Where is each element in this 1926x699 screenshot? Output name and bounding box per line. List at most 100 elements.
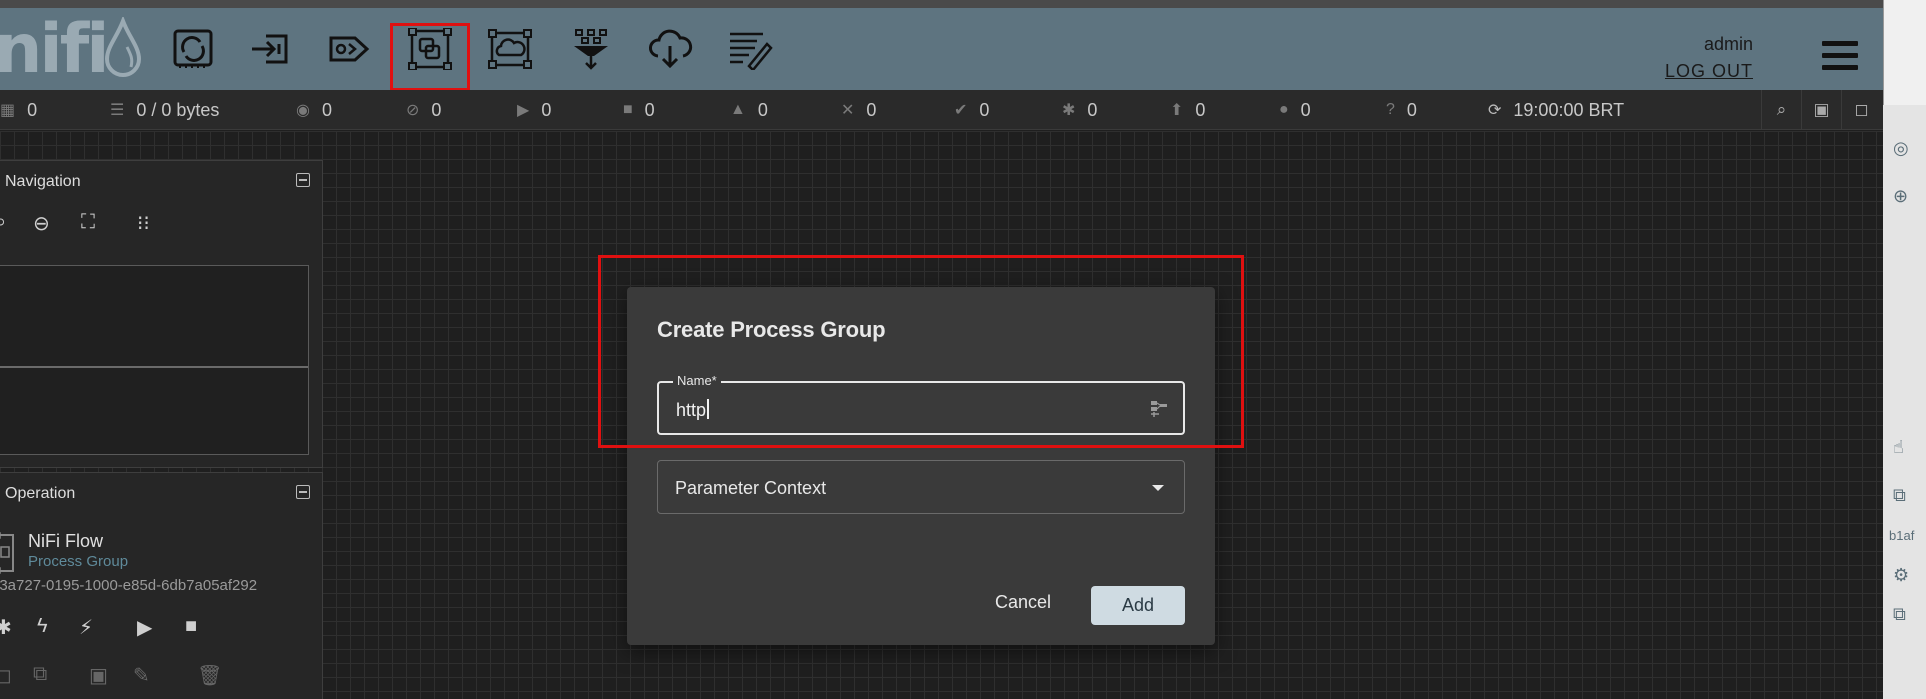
remote-process-group-button[interactable] [480,24,540,74]
copy-small-icon: ⧉ [1893,604,1906,624]
up-to-date-status: ✔ 0 [954,99,990,120]
component-type: Process Group [28,553,129,570]
convert-to-parameter-icon[interactable] [1149,399,1169,419]
input-port-icon [252,34,288,64]
operation-actions-row: ✱ ϟ ⚡ ▶ ■ [0,615,322,643]
create-process-group-dialog: Create Process Group Name* http Paramete… [627,287,1215,645]
play-icon: ▶ [517,102,530,119]
bulletin-button[interactable]: ▣ [1801,90,1841,130]
notes-button[interactable]: ◻ [1841,90,1881,130]
flow-status-bar: ▦ 0 ☰ 0 / 0 bytes ◉ 0 ⊘ 0 ▶ 0 ■ 0 ▲ 0 ✕ 0 ✔ 0 ✱ 0 … [0,90,1883,130]
dropdown-arrow-icon [1152,485,1164,491]
birdseye-view[interactable] [0,265,309,455]
unknown-status: ? 0 [1386,99,1417,120]
stop-icon: ■ [623,101,633,118]
processor-icon [173,29,213,68]
bulletin-icon: ▣ [1813,100,1830,119]
right-panel-top [1883,0,1926,105]
question-icon: ? [1386,101,1395,118]
check-icon: ✔ [954,102,968,119]
errors-status: ● 0 [1279,99,1311,120]
invalid-status: ▲ 0 [730,99,768,120]
search-button[interactable]: ⌕ [1761,90,1801,130]
operation-panel: Operation NiFi Flow Process Group 03a727… [0,472,323,699]
asterisk-icon: ✱ [1062,102,1076,119]
processor-button[interactable] [163,24,223,74]
water-drop-icon [104,17,141,77]
stopped-status: ■ 0 [623,99,655,120]
disable-icon[interactable]: ⚡ [79,615,93,640]
global-menu-icon[interactable] [1822,41,1858,73]
cluster-nodes-status: ▦ 0 [0,99,38,120]
component-name: NiFi Flow [28,531,103,551]
collapse-navigation-icon[interactable] [296,173,310,187]
navigation-tools: ⌕ ⊖ ⛶ ⁝⁝ [0,211,322,245]
not-transmitting-status: ⊘ 0 [406,99,442,120]
actual-size-icon[interactable]: ⁝⁝ [137,211,150,236]
name-input[interactable]: http [676,399,709,421]
operation-title: Operation [5,485,76,502]
copy-icon[interactable]: ◻ [0,663,12,688]
not-transmitting-icon: ⊘ [406,102,420,119]
logout-link[interactable]: LOG OUT [1665,61,1753,82]
configure-icon[interactable]: ✱ [0,615,12,640]
funnel-button[interactable] [561,24,621,74]
name-field[interactable]: Name* http [657,373,1185,435]
notes-icon: ◻ [1854,100,1869,119]
refresh-icon: ⟳ [1488,102,1502,119]
warning-icon: ▲ [730,101,746,118]
color-icon[interactable]: ✎ [133,663,150,688]
add-button[interactable]: Add [1091,586,1185,625]
label-button[interactable] [720,24,780,74]
dialog-title: Create Process Group [657,317,886,342]
enable-icon[interactable]: ϟ [37,615,48,638]
cancel-button[interactable]: Cancel [995,592,1051,613]
compass-icon: ◎ [1893,138,1909,158]
collapse-operation-icon[interactable] [296,485,310,499]
gear-icon: ⚙ [1893,565,1910,585]
delete-icon[interactable]: 🗑 [197,663,222,688]
logo-text: nifi [0,9,110,89]
transmitting-status: ◉ 0 [296,99,332,120]
start-icon[interactable]: ▶ [137,615,152,640]
process-group-highlight [390,23,470,91]
component-id: 03a727-0195-1000-e85d-6db7a05af292 [0,577,258,594]
name-field-label: Name* [673,373,721,388]
partial-id: b1af [1889,528,1915,543]
disabled-icon: ✕ [841,102,855,119]
paste-icon[interactable]: ⧉ [33,663,47,686]
list-icon: ☰ [110,102,125,119]
navigation-title: Navigation [5,173,81,190]
locally-modified-status: ✱ 0 [1062,99,1098,120]
error-icon: ● [1279,101,1289,118]
stop-icon[interactable]: ■ [185,615,197,638]
zoom-icon: ⊕ [1893,186,1909,206]
label-icon [730,32,773,70]
parameter-context-select[interactable]: Parameter Context [657,460,1185,514]
output-port-icon [329,36,370,62]
navigation-panel: Navigation ⌕ ⊖ ⛶ ⁝⁝ [0,160,323,468]
operation-actions-row-2: ◻ ⧉ ▣ ✎ 🗑 [0,663,322,691]
birdseye-divider [0,366,308,368]
refresh-status[interactable]: ⟳ 19:00:00 BRT [1488,90,1624,130]
search-icon: ⌕ [1776,100,1787,119]
queued-status: ☰ 0 / 0 bytes [110,99,220,120]
zoom-out-icon[interactable]: ⊖ [33,211,50,236]
output-port-button[interactable] [320,24,380,74]
parameter-context-label: Parameter Context [675,478,827,498]
app-header: nifi admin LOG OUT [0,8,1883,91]
fit-icon[interactable]: ⛶ [81,211,95,234]
window-top-strip [0,0,1926,8]
stale-status: ⬆ 0 [1170,99,1206,120]
zoom-in-icon[interactable]: ⌕ [0,211,6,234]
text-caret [707,399,709,419]
group-icon[interactable]: ▣ [89,663,108,688]
template-button[interactable] [640,24,700,74]
funnel-icon [574,29,608,70]
remote-process-group-icon [488,29,532,69]
running-status: ▶ 0 [517,99,552,120]
user-info: admin LOG OUT [1665,34,1753,82]
input-port-button[interactable] [241,24,301,74]
up-arrow-icon: ⬆ [1170,102,1184,119]
nifi-logo[interactable]: nifi [0,9,143,89]
